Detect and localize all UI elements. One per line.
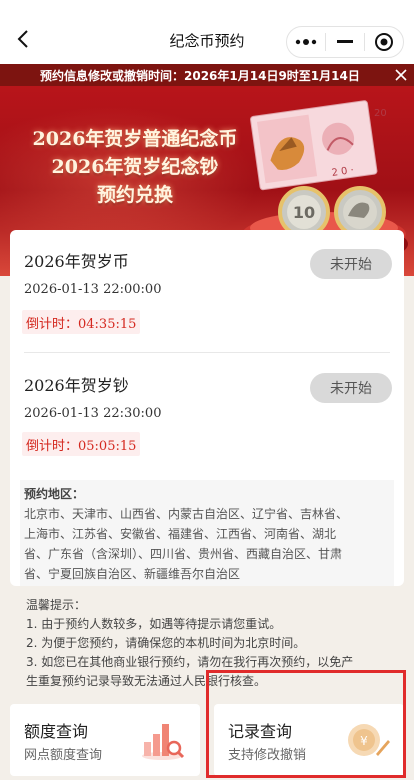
coin-record-icon: ¥ [348,724,390,756]
nav-bar: 纪念币预约 [0,0,414,64]
tip-line: 1. 由于预约人数较多，如遇等待提示请您重试。 [26,617,282,631]
close-icon [395,69,407,81]
close-miniprogram-button[interactable] [365,27,403,57]
region-box: 预约地区： 北京市、天津市、山西省、内蒙古自治区、辽宁省、吉林省、 上海市、江苏… [20,480,394,586]
minimize-button[interactable] [326,27,364,57]
mini-program-capsule [286,26,404,58]
hero-title-line3: 预约兑换 [96,184,173,206]
action-title: 记录查询 [228,722,293,741]
tip-line: 2. 为便于您预约，请确保您的本机时间为北京时间。 [26,636,306,650]
status-button-not-started[interactable]: 未开始 [310,249,392,279]
bar-chart-search-icon [142,724,185,760]
note-value: 20 [374,108,387,119]
region-line: 省、广东省（含深圳）、四川省、贵州省、西藏自治区、甘肃 [24,547,343,561]
region-line: 省、宁夏回族自治区、新疆维吾尔自治区 [24,567,241,581]
item-divider [24,352,390,353]
action-subtitle: 网点额度查询 [24,748,103,763]
region-line: 上海市、江苏省、安徽省、福建省、江西省、河南省、湖北 [24,527,337,541]
countdown-label: 倒计时：05:05:15 [22,432,141,456]
record-query-button[interactable]: 记录查询 支持修改撤销 ¥ [214,704,404,776]
target-close-icon [375,33,393,51]
item-name: 2026年贺岁币 [24,252,129,271]
svg-text:10: 10 [293,203,315,222]
tips-title: 温馨提示： [26,598,87,612]
hero-title-line1: 2026年贺岁普通纪念币 [32,128,238,150]
notice-text: 预约信息修改或撤销时间：2026年1月14日9时至1月14日 [40,69,360,83]
minimize-icon [337,40,353,43]
hero-title-line2: 2026年贺岁纪念钞 [51,156,219,178]
status-button-not-started[interactable]: 未开始 [310,373,392,403]
countdown-label: 倒计时：04:35:15 [22,310,141,334]
reservation-card: 2026年贺岁币 2026-01-13 22:00:00 倒计时：04:35:1… [10,230,404,586]
item-datetime: 2026-01-13 22:30:00 [24,406,162,421]
quota-query-button[interactable]: 额度查询 网点额度查询 [10,704,200,776]
region-line: 北京市、天津市、山西省、内蒙古自治区、辽宁省、吉林省、 [24,507,349,521]
svg-text:¥: ¥ [360,734,368,748]
region-title: 预约地区： [24,487,85,501]
notice-close-button[interactable] [388,64,414,86]
item-name: 2026年贺岁钞 [24,376,129,395]
tips-section: 温馨提示： 1. 由于预约人数较多，如遇等待提示请您重试。 2. 为便于您预约，… [26,596,406,691]
action-title: 额度查询 [24,722,89,741]
item-datetime: 2026-01-13 22:00:00 [24,282,162,297]
tip-line: 生重复预约记录导致无法通过人民银行核查。 [26,674,267,688]
more-button[interactable] [287,27,325,57]
tip-line: 3. 如您已在其他商业银行预约，请勿在我行再次预约，以免产 [26,655,354,669]
notice-marquee: 预约信息修改或撤销时间：2026年1月14日9时至1月14日 [0,64,414,86]
more-dots-icon [295,39,317,45]
action-subtitle: 支持修改撤销 [228,748,307,763]
